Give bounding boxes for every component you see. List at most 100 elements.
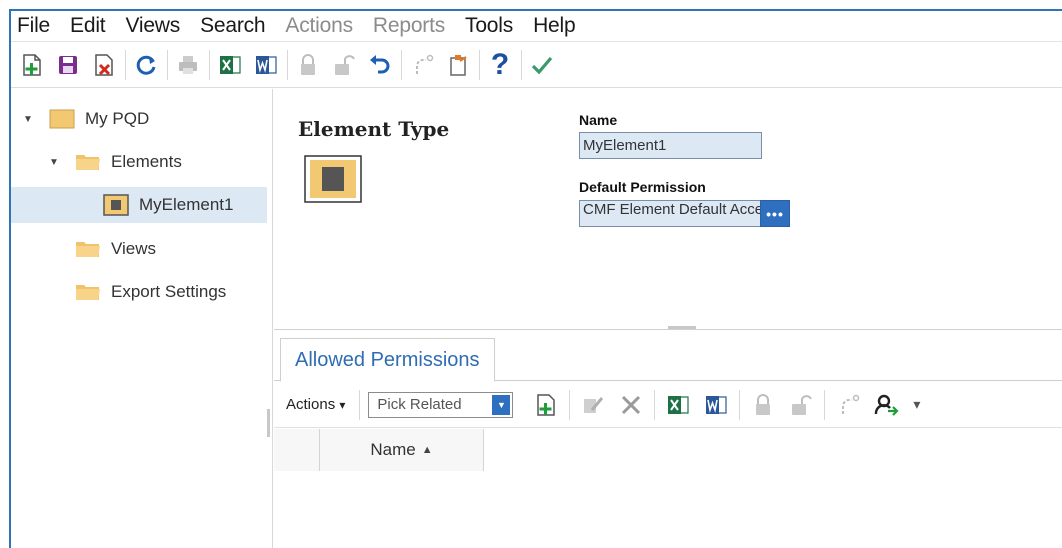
permissions-grid-header: Name ▲ [274,429,484,471]
tree-node-label: My PQD [85,109,150,128]
tree-node-label: Export Settings [111,282,227,301]
redo-icon [416,54,434,74]
menu-tools[interactable]: Tools [457,14,525,38]
toolbar-separator [521,50,522,80]
vertical-splitter-handle[interactable] [267,409,270,437]
menu-help[interactable]: Help [525,14,587,38]
lock-button [293,50,323,80]
tree-node-export-settings[interactable]: Export Settings [75,274,265,310]
refresh-icon [136,55,156,75]
tree-node-elements[interactable]: ▼ Elements [49,144,269,180]
lock-icon [301,54,315,75]
excel-export-button[interactable] [663,390,693,420]
lock-button [748,390,778,420]
default-permission-field[interactable]: CMF Element Default Access [579,200,761,227]
actions-label: Actions [286,396,336,413]
column-header-label: Name [370,440,416,459]
excel-export-icon [668,395,690,414]
clipboard-button[interactable] [443,50,473,80]
menu-bar: File Edit Views Search Actions Reports T… [11,11,1062,42]
unlock-icon [792,394,813,415]
menu-file[interactable]: File [11,14,62,38]
delete-button[interactable] [89,50,119,80]
edit-permission-button [578,390,608,420]
unlock-button [329,50,359,80]
help-button[interactable]: ? [485,48,515,81]
toolbar-separator [569,389,571,420]
permissions-toolbar: Actions ▾ Pick Related ▼ ▾ [274,382,1062,428]
tree-node-my-pqd[interactable]: ▼ My PQD [23,101,263,137]
chevron-down-icon[interactable]: ▾ [913,396,920,413]
remove-permission-button [616,390,646,420]
new-icon [537,393,556,416]
user-search-icon [875,394,899,416]
toolbar-separator [125,50,126,80]
undo-icon [370,55,390,74]
browse-button[interactable]: ••• [760,200,790,227]
toolbar-separator [479,50,480,80]
dropdown-arrow-icon[interactable]: ▼ [492,394,511,415]
project-icon [49,108,75,130]
collapse-arrow-icon[interactable]: ▼ [23,114,37,125]
unlock-button [786,390,816,420]
pick-related-value: Pick Related [377,396,462,413]
folder-icon [75,151,101,173]
lock-icon [756,393,771,415]
name-label: Name [579,112,618,128]
new-button[interactable] [17,50,47,80]
find-user-button[interactable] [871,390,901,420]
tab-allowed-permissions[interactable]: Allowed Permissions [280,338,495,382]
menu-search[interactable]: Search [192,14,277,38]
default-permission-label: Default Permission [579,179,706,195]
sort-ascending-icon: ▲ [421,444,433,456]
toolbar-separator [287,50,288,80]
word-export-button[interactable] [701,390,731,420]
print-icon [179,56,197,74]
excel-export-button[interactable] [215,50,245,80]
word-export-icon [256,56,277,74]
grid-column-name[interactable]: Name ▲ [320,429,484,471]
save-button[interactable] [53,50,83,80]
toolbar-separator [401,50,402,80]
word-export-button[interactable] [251,50,281,80]
clipboard-icon [450,55,467,76]
menu-edit[interactable]: Edit [62,14,117,38]
horizontal-splitter-handle[interactable] [668,326,696,329]
element-type-large-icon[interactable] [304,155,362,203]
tree-node-label: Views [111,239,157,258]
tree-node-views[interactable]: Views [75,231,265,267]
element-type-icon [103,194,129,216]
name-field[interactable] [579,132,762,159]
detail-panel: Element Type Name Default Permission CMF… [274,89,1062,548]
redo-icon [842,394,860,414]
tab-strip: Allowed Permissions [274,338,1062,382]
element-type-title: Element Type [298,117,450,141]
tree-node-myelement1[interactable]: MyElement1 [11,187,267,223]
tree-node-label: MyElement1 [139,195,234,214]
add-permission-button[interactable] [531,390,561,420]
chevron-down-icon: ▾ [339,398,346,412]
new-icon [23,54,41,76]
delete-icon [95,54,113,76]
excel-export-icon [220,56,241,74]
grid-selector-column[interactable] [274,429,320,471]
help-icon: ? [490,48,510,81]
word-export-icon [706,395,728,414]
collapse-arrow-icon[interactable]: ▼ [49,157,63,168]
undo-button[interactable] [365,50,395,80]
toolbar-separator [209,50,210,80]
refresh-button[interactable] [131,50,161,80]
toolbar-separator [654,389,656,420]
redo-button [833,390,863,420]
apply-button[interactable] [527,50,557,80]
pick-related-dropdown[interactable]: Pick Related ▼ [368,391,514,418]
menu-views[interactable]: Views [117,14,192,38]
edit-icon [584,396,604,413]
save-icon [59,56,77,74]
close-icon [622,395,641,414]
horizontal-splitter [274,329,1062,330]
folder-icon [75,281,101,303]
actions-dropdown[interactable]: Actions ▾ [286,396,345,413]
tree-node-label: Elements [111,152,182,171]
ellipsis-icon: ••• [766,205,784,222]
